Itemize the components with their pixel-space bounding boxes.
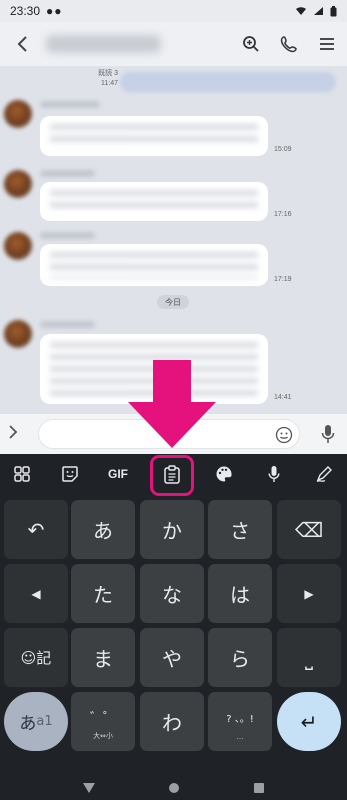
input-mode-key[interactable]: あ a1 — [4, 692, 68, 751]
theme-button[interactable] — [210, 460, 238, 488]
message-time: 17:19 — [274, 276, 292, 283]
dakuten-label: ゛゜ — [89, 711, 116, 726]
search-icon — [243, 36, 259, 52]
grid-icon — [14, 466, 30, 482]
sticker-icon — [62, 466, 78, 482]
key-ma[interactable]: ま — [71, 628, 135, 687]
notification-dots-icon: ●● — [46, 4, 63, 18]
cursor-right-key[interactable]: ▶ — [277, 564, 341, 623]
microphone-icon — [321, 425, 335, 443]
avatar[interactable] — [4, 232, 32, 260]
call-button[interactable] — [277, 32, 301, 56]
mode-alt-label: a1 — [36, 714, 53, 729]
avatar[interactable] — [4, 100, 32, 128]
message-bubble[interactable] — [40, 182, 268, 221]
sender-name-blurred — [40, 232, 95, 239]
key-ra[interactable]: ら — [208, 628, 272, 687]
software-keyboard: GIF ↶ あ か さ ⌫ ◀ た な は ▶ ☺記 ま や ら ⎵ あ a1 ゛… — [0, 454, 347, 800]
emoji-icon[interactable] — [275, 426, 293, 444]
sticker-button[interactable] — [56, 460, 84, 488]
mode-main-label: あ — [19, 714, 37, 734]
key-sa[interactable]: さ — [208, 500, 272, 559]
phone-icon — [280, 36, 297, 53]
pen-icon — [316, 466, 332, 483]
punctuation-sub-label: … — [236, 733, 244, 741]
keyboard-voice-button[interactable] — [260, 460, 288, 488]
battery-icon — [330, 5, 337, 16]
read-receipt: 既読 3 11:47 — [92, 69, 118, 89]
palette-icon — [216, 466, 232, 482]
menu-button[interactable] — [315, 32, 339, 56]
clipboard-highlight-box — [150, 455, 194, 496]
nav-back-icon[interactable] — [82, 782, 96, 794]
key-ya[interactable]: や — [140, 628, 204, 687]
message-bubble[interactable] — [40, 244, 268, 286]
sent-message-bubble[interactable] — [120, 72, 336, 92]
enter-key[interactable]: ↵ — [277, 692, 341, 751]
key-wa[interactable]: わ — [140, 692, 204, 751]
status-time: 23:30 — [10, 4, 41, 18]
key-ka[interactable]: か — [140, 500, 204, 559]
message-time: 17:16 — [274, 211, 292, 218]
microphone-icon — [268, 466, 280, 482]
voice-input-button[interactable] — [317, 422, 339, 446]
apps-grid-button[interactable] — [8, 460, 36, 488]
status-bar: 23:30 ●● — [0, 0, 347, 22]
wifi-icon — [296, 7, 306, 15]
expand-menu-button[interactable] — [8, 424, 30, 445]
pointer-arrow-icon — [128, 360, 216, 448]
chat-title-blurred — [46, 35, 161, 53]
message-bubble[interactable] — [40, 116, 268, 156]
dakuten-key[interactable]: ゛゜ 大⇔小 — [71, 692, 135, 751]
hamburger-menu-icon — [320, 38, 334, 50]
chevron-right-icon — [9, 424, 18, 439]
punctuation-label: ? 、。! — [226, 714, 254, 725]
key-ha[interactable]: は — [208, 564, 272, 623]
avatar[interactable] — [4, 170, 32, 198]
sender-name-blurred — [40, 321, 95, 328]
dakuten-sub-label: 大⇔小 — [93, 732, 113, 740]
backspace-key[interactable]: ⌫ — [277, 500, 341, 559]
key-a[interactable]: あ — [71, 500, 135, 559]
back-button[interactable] — [8, 30, 36, 58]
read-time: 11:47 — [101, 80, 118, 87]
gif-label: GIF — [108, 467, 128, 481]
date-separator: 今日 — [157, 295, 189, 309]
avatar[interactable] — [4, 320, 32, 348]
space-key[interactable]: ⎵ — [277, 628, 341, 687]
message-time: 15:09 — [274, 146, 292, 153]
sender-name-blurred — [40, 101, 100, 108]
sender-name-blurred — [40, 170, 95, 177]
punctuation-key[interactable]: ? 、。! … — [208, 692, 272, 751]
search-button[interactable] — [239, 32, 263, 56]
message-time: 14:41 — [274, 394, 292, 401]
back-arrow-icon — [17, 36, 27, 52]
handwriting-button[interactable] — [310, 460, 338, 488]
key-na[interactable]: な — [140, 564, 204, 623]
system-nav-bar — [0, 776, 347, 800]
nav-recents-icon[interactable] — [253, 782, 265, 794]
key-ta[interactable]: た — [71, 564, 135, 623]
chat-header — [0, 22, 347, 66]
cursor-left-key[interactable]: ◀ — [4, 564, 68, 623]
signal-icon — [314, 7, 323, 15]
nav-home-icon[interactable] — [168, 782, 180, 794]
emoji-symbol-key[interactable]: ☺記 — [4, 628, 68, 687]
gif-button[interactable]: GIF — [104, 460, 132, 488]
undo-key[interactable]: ↶ — [4, 500, 68, 559]
read-count: 既読 3 — [98, 70, 118, 77]
